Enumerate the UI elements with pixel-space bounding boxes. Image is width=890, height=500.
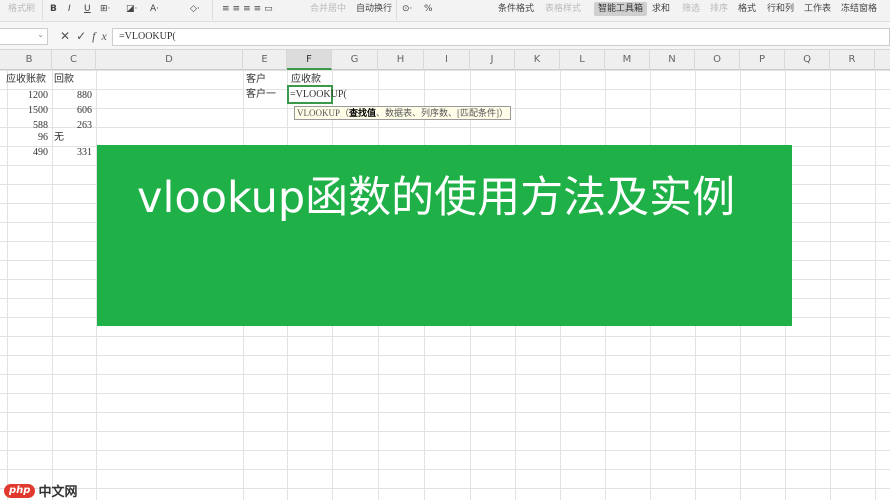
conditional-format-button[interactable]: 条件格式 (498, 2, 534, 16)
column-header-Q[interactable]: Q (785, 50, 830, 70)
tooltip-open: （ (340, 108, 350, 118)
php-logo: php (4, 483, 36, 498)
gridline (830, 70, 831, 500)
smart-toolbox-button[interactable]: 智能工具箱 (594, 2, 648, 16)
align-icons[interactable]: ≡≡≡≡▭ (222, 2, 276, 16)
column-headers: BCDEFGHIJKLMNOPQR (0, 50, 890, 70)
ribbon-toolbar: 格式刷 B I U ⊞· ◪· A· ◇· ≡≡≡≡▭ 合并居中 自动换行 ⊙·… (0, 0, 890, 22)
table-style-button[interactable]: 表格样式 (545, 2, 581, 16)
tooltip-current-arg: 查找值 (349, 108, 377, 118)
border-icon[interactable]: ⊞· (100, 2, 110, 16)
format-button[interactable]: 格式 (738, 2, 756, 16)
column-header-F[interactable]: F (287, 50, 332, 70)
formula-input[interactable]: =VLOOKUP( (112, 28, 890, 46)
column-header-J[interactable]: J (470, 50, 515, 70)
column-header-O[interactable]: O (695, 50, 740, 70)
worksheet-button[interactable]: 工作表 (804, 2, 831, 16)
formula-bar: ⌄ ✕✓fx =VLOOKUP( (0, 22, 890, 50)
watermark-text: 中文网 (38, 485, 78, 500)
column-header-P[interactable]: P (740, 50, 785, 70)
name-box[interactable]: ⌄ (0, 28, 48, 45)
wrap-text-button[interactable]: 自动换行 (356, 2, 392, 16)
cell-C6[interactable]: 331 (52, 143, 96, 162)
tooltip-rest: 、数据表、列序数、[匹配条件]） (376, 108, 509, 118)
column-header-H[interactable]: H (378, 50, 424, 70)
confirm-icon[interactable]: ✓ (76, 29, 92, 43)
banner-title: vlookup函数的使用方法及实例 (137, 173, 736, 223)
column-header-R[interactable]: R (830, 50, 875, 70)
cancel-icon[interactable]: ✕ (60, 29, 76, 43)
currency-icon[interactable]: ⊙· (402, 2, 412, 16)
column-header-D[interactable]: D (96, 50, 243, 70)
row-col-button[interactable]: 行和列 (767, 2, 794, 16)
sum-button[interactable]: 求和 (652, 2, 670, 16)
bold-button[interactable]: B (50, 2, 57, 16)
column-header-N[interactable]: N (650, 50, 695, 70)
gridline (875, 70, 876, 500)
filter-button[interactable]: 筛选 (682, 2, 700, 16)
column-header-K[interactable]: K (515, 50, 560, 70)
column-header-C[interactable]: C (52, 50, 96, 70)
title-banner: vlookup函数的使用方法及实例 (97, 145, 792, 326)
column-header-G[interactable]: G (332, 50, 378, 70)
tooltip-fn: VLOOKUP (297, 108, 341, 118)
underline-button[interactable]: U (84, 2, 91, 16)
font-color-icon[interactable]: A· (150, 2, 159, 16)
percent-button[interactable]: % (424, 2, 433, 16)
column-header-I[interactable]: I (424, 50, 470, 70)
column-header-M[interactable]: M (605, 50, 650, 70)
italic-button[interactable]: I (68, 2, 71, 16)
column-header-E[interactable]: E (243, 50, 287, 70)
eraser-icon[interactable]: ◇· (190, 2, 200, 16)
fill-color-icon[interactable]: ◪· (126, 2, 137, 16)
watermark-logo: php 中文网 (4, 481, 77, 500)
cell-B6[interactable]: 490 (7, 143, 52, 162)
freeze-panes-button[interactable]: 冻结窗格 (841, 2, 877, 16)
chevron-down-icon[interactable]: ⌄ (37, 30, 44, 39)
cell-E2[interactable]: 客户一 (246, 85, 276, 104)
fx-icon[interactable]: fx (92, 29, 113, 43)
sort-button[interactable]: 排序 (710, 2, 728, 16)
function-tooltip: VLOOKUP（查找值、数据表、列序数、[匹配条件]） (294, 106, 512, 120)
merge-center-button[interactable]: 合并居中 (310, 2, 346, 16)
column-header-B[interactable]: B (7, 50, 52, 70)
column-header-L[interactable]: L (560, 50, 605, 70)
active-cell-F2[interactable]: =VLOOKUP( (287, 85, 347, 104)
format-painter-button[interactable]: 格式刷 (8, 2, 35, 16)
